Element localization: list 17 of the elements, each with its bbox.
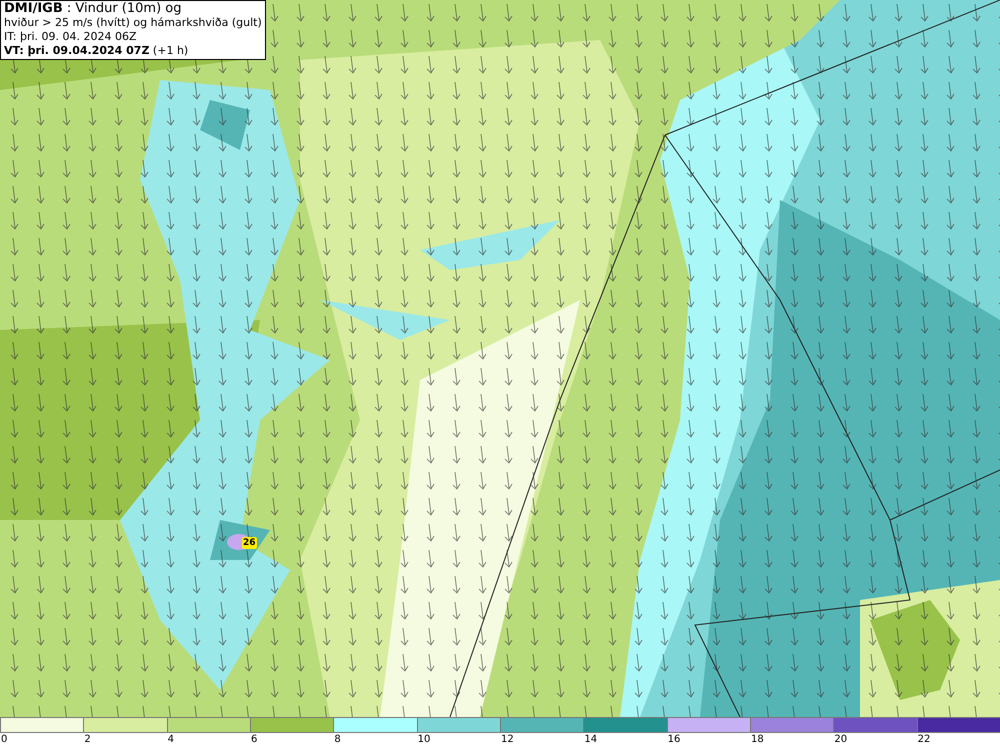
legend-tick-label: 12 (500, 733, 514, 747)
legend-tick-label: 22 (916, 733, 930, 747)
max-gust-label: 26 (242, 537, 257, 549)
legend-tick-label: 14 (583, 733, 598, 747)
title-line: DMI/IGB : Vindur (10m) og (4, 2, 182, 16)
subtitle-line: hviður > 25 m/s (hvítt) og hámarkshviða (gult) (4, 16, 262, 30)
legend-tick-label: 18 (750, 733, 764, 747)
legend-tick-label: 2 (83, 733, 91, 747)
legend-tick-label: 0 (0, 733, 8, 747)
issue-time: IT: þri. 09. 04. 2024 06Z (4, 30, 138, 44)
legend-tick-label: 6 (250, 733, 258, 747)
legend-tick-label: 20 (833, 733, 848, 747)
legend-tick-label: 4 (166, 733, 174, 747)
legend-tick-label: 8 (333, 733, 341, 747)
legend-tick-label: 10 (416, 733, 430, 747)
legend-tick-label: 16 (666, 733, 680, 747)
valid-time: VT: þri. 09.04.2024 07Z (+1 h) (4, 44, 190, 58)
